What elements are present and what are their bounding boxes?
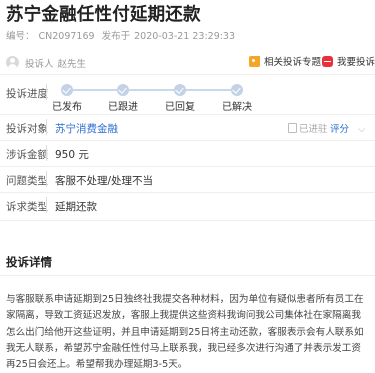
page-title: 苏宁金融任性付延期还款 [6,5,201,25]
settled-status: 已进驻 [288,121,328,135]
document-icon [288,123,297,133]
settled-status-label: 已进驻 [299,124,328,135]
divider [0,140,375,141]
fist-icon [322,55,333,67]
me-too-complain-label: 我要投诉 [337,57,375,68]
demand-type-value: 延期还款 [55,201,97,213]
complaint-number-label: 编号： [6,31,35,42]
demand-type-label: 诉求类型 [6,201,48,213]
complainant-label: 投诉人 [25,59,54,70]
step-resolved: 已解决 [222,102,252,113]
divider [0,74,375,75]
label-separator [46,197,47,213]
target-label: 投诉对象 [6,123,48,135]
step-check-icon [61,84,73,96]
related-complaints-button[interactable]: 相关投诉专题 [249,54,321,68]
step-check-icon [231,84,243,96]
label-separator [46,171,47,187]
divider [0,275,375,276]
complainant-name: 赵先生 [57,59,87,70]
issue-type-value: 客服不处理/处理不当 [55,175,154,187]
user-avatar-icon [6,56,19,69]
details-heading: 投诉详情 [6,255,52,269]
divider [0,220,375,221]
step-followed: 已跟进 [108,102,138,113]
progress-label: 投诉进度 [6,88,48,100]
amount-value: 950 元 [55,149,89,161]
me-too-complain-button[interactable]: 我要投诉 [322,54,375,68]
published-at: 2020-03-21 23:29:33 [134,31,236,42]
divider [0,166,375,167]
step-check-icon [117,84,129,96]
label-separator [46,145,47,161]
chevron-down-icon: ⌵ [358,124,366,135]
complaint-details-text: 与客服联系申请延期到25日独终社我提交各种材料，因为单位有疑似患者所有员工在家隔… [6,294,364,371]
target-company-link[interactable]: 苏宁消费金融 [55,121,118,136]
divider [0,114,375,115]
complaint-number: CN2097169 [38,31,95,42]
progress-track [66,89,240,91]
label-separator [46,119,47,135]
issue-type-label: 问题类型 [6,175,48,187]
complaint-meta: 编号： CN2097169 发布于 2020-03-21 23:29:33 [6,28,235,42]
step-check-icon [174,84,186,96]
step-replied: 已回复 [165,102,195,113]
complainant: 投诉人 赵先生 [25,56,86,70]
divider [0,192,375,193]
step-published: 已发布 [52,102,82,113]
amount-label: 涉诉金额 [6,149,48,161]
rating[interactable]: 评分 ⌵ [330,121,365,135]
tag-icon [249,55,260,67]
published-label: 发布于 [101,31,131,42]
related-complaints-label: 相关投诉专题 [264,57,322,68]
rating-label: 评分 [330,124,350,135]
